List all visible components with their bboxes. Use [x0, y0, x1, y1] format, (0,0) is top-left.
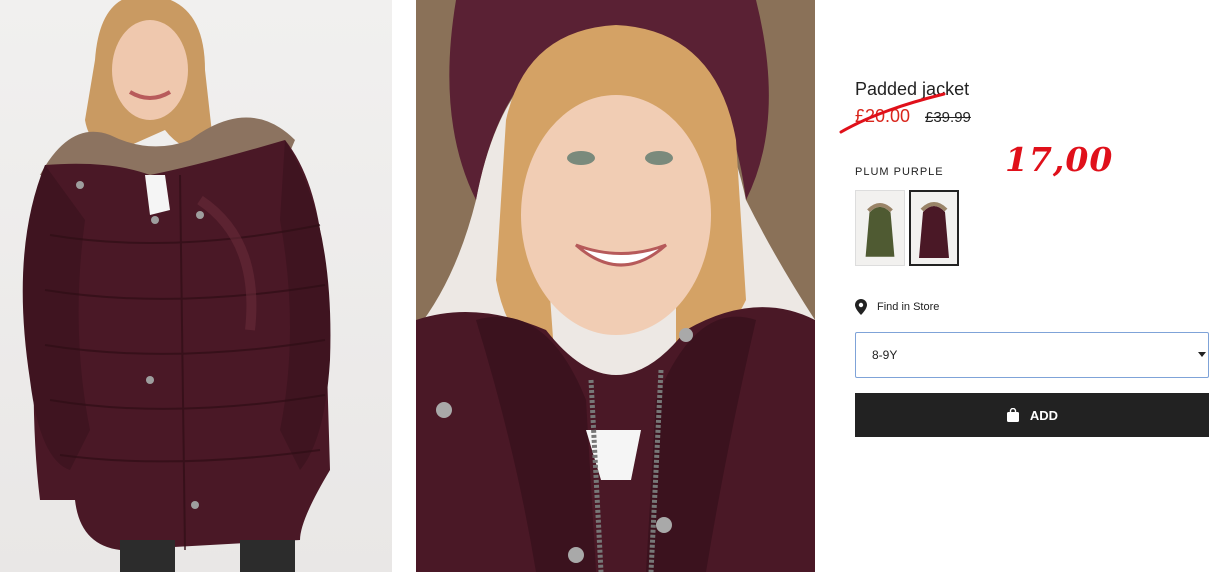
original-price: £39.99: [925, 109, 971, 126]
khaki-jacket-thumbnail: [865, 203, 895, 257]
model-closeup-photo: [416, 0, 815, 572]
swatch-plum-purple[interactable]: [909, 190, 959, 266]
handwritten-price-annotation: 17,00: [1005, 140, 1114, 179]
size-select-value: 8-9Y: [872, 348, 898, 362]
swatch-khaki-green[interactable]: [855, 190, 905, 266]
product-info-panel: Padded jacket £20.00 £39.99 17,00 PLUM P…: [839, 0, 1209, 572]
shopping-bag-icon: [1006, 408, 1019, 422]
product-image-closeup[interactable]: [416, 0, 815, 572]
plum-jacket-thumbnail: [919, 202, 949, 258]
chevron-down-icon: [1198, 352, 1206, 357]
location-pin-icon: [855, 299, 867, 315]
color-name-label: PLUM PURPLE: [855, 166, 944, 178]
size-select[interactable]: 8-9Y: [855, 332, 1209, 378]
find-in-store-link[interactable]: Find in Store: [855, 298, 939, 316]
product-image-main[interactable]: [0, 0, 392, 572]
model-full-photo: [22, 0, 331, 572]
add-to-bag-button[interactable]: ADD: [855, 393, 1209, 437]
sale-price: £20.00: [855, 106, 911, 126]
find-in-store-label: Find in Store: [877, 301, 940, 313]
add-button-label: ADD: [1029, 407, 1059, 423]
product-title: Padded jacket: [855, 79, 970, 99]
